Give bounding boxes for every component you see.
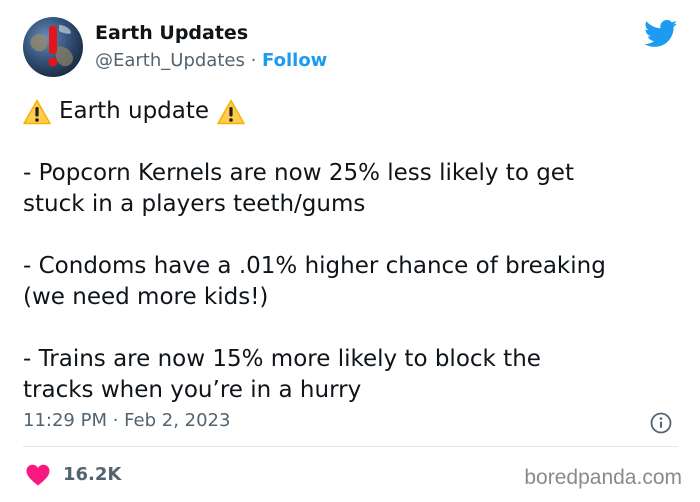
warning-icon [217, 99, 245, 124]
author-handle-line: @Earth_Updates · Follow [95, 50, 327, 71]
watermark: boredpanda.com [524, 466, 682, 489]
twitter-bird-icon[interactable] [644, 20, 678, 48]
tweet-timestamp[interactable]: 11:29 PM · Feb 2, 2023 [23, 410, 230, 431]
divider [23, 446, 678, 447]
info-icon[interactable] [650, 412, 672, 434]
tweet-item-line: (we need more kids!) [23, 284, 269, 310]
warning-icon [23, 99, 51, 124]
handle-separator: · [250, 50, 257, 71]
tweet-item-line: - Trains are now 15% more likely to bloc… [23, 346, 541, 372]
author-handle[interactable]: @Earth_Updates [95, 50, 245, 71]
tweet-item-line: stuck in a players teeth/gums [23, 191, 366, 217]
tweet-text: Earth update - Popcorn Kernels are now 2… [23, 96, 683, 406]
tweet-card: Earth Updates @Earth_Updates · Follow Ea… [0, 0, 700, 502]
tweet-heading: Earth update [23, 96, 683, 127]
tweet-item-line: tracks when you’re in a hurry [23, 377, 362, 403]
tweet-item-line: - Condoms have a .01% higher chance of b… [23, 253, 606, 279]
author-name[interactable]: Earth Updates [95, 22, 248, 44]
avatar[interactable] [23, 17, 83, 77]
tweet-item-line: - Popcorn Kernels are now 25% less likel… [23, 160, 574, 186]
tweet-heading-text: Earth update [59, 98, 210, 124]
earth-avatar-icon [30, 25, 74, 67]
like-count[interactable]: 16.2K [63, 464, 121, 485]
heart-icon[interactable] [26, 464, 50, 486]
follow-button[interactable]: Follow [262, 50, 327, 71]
